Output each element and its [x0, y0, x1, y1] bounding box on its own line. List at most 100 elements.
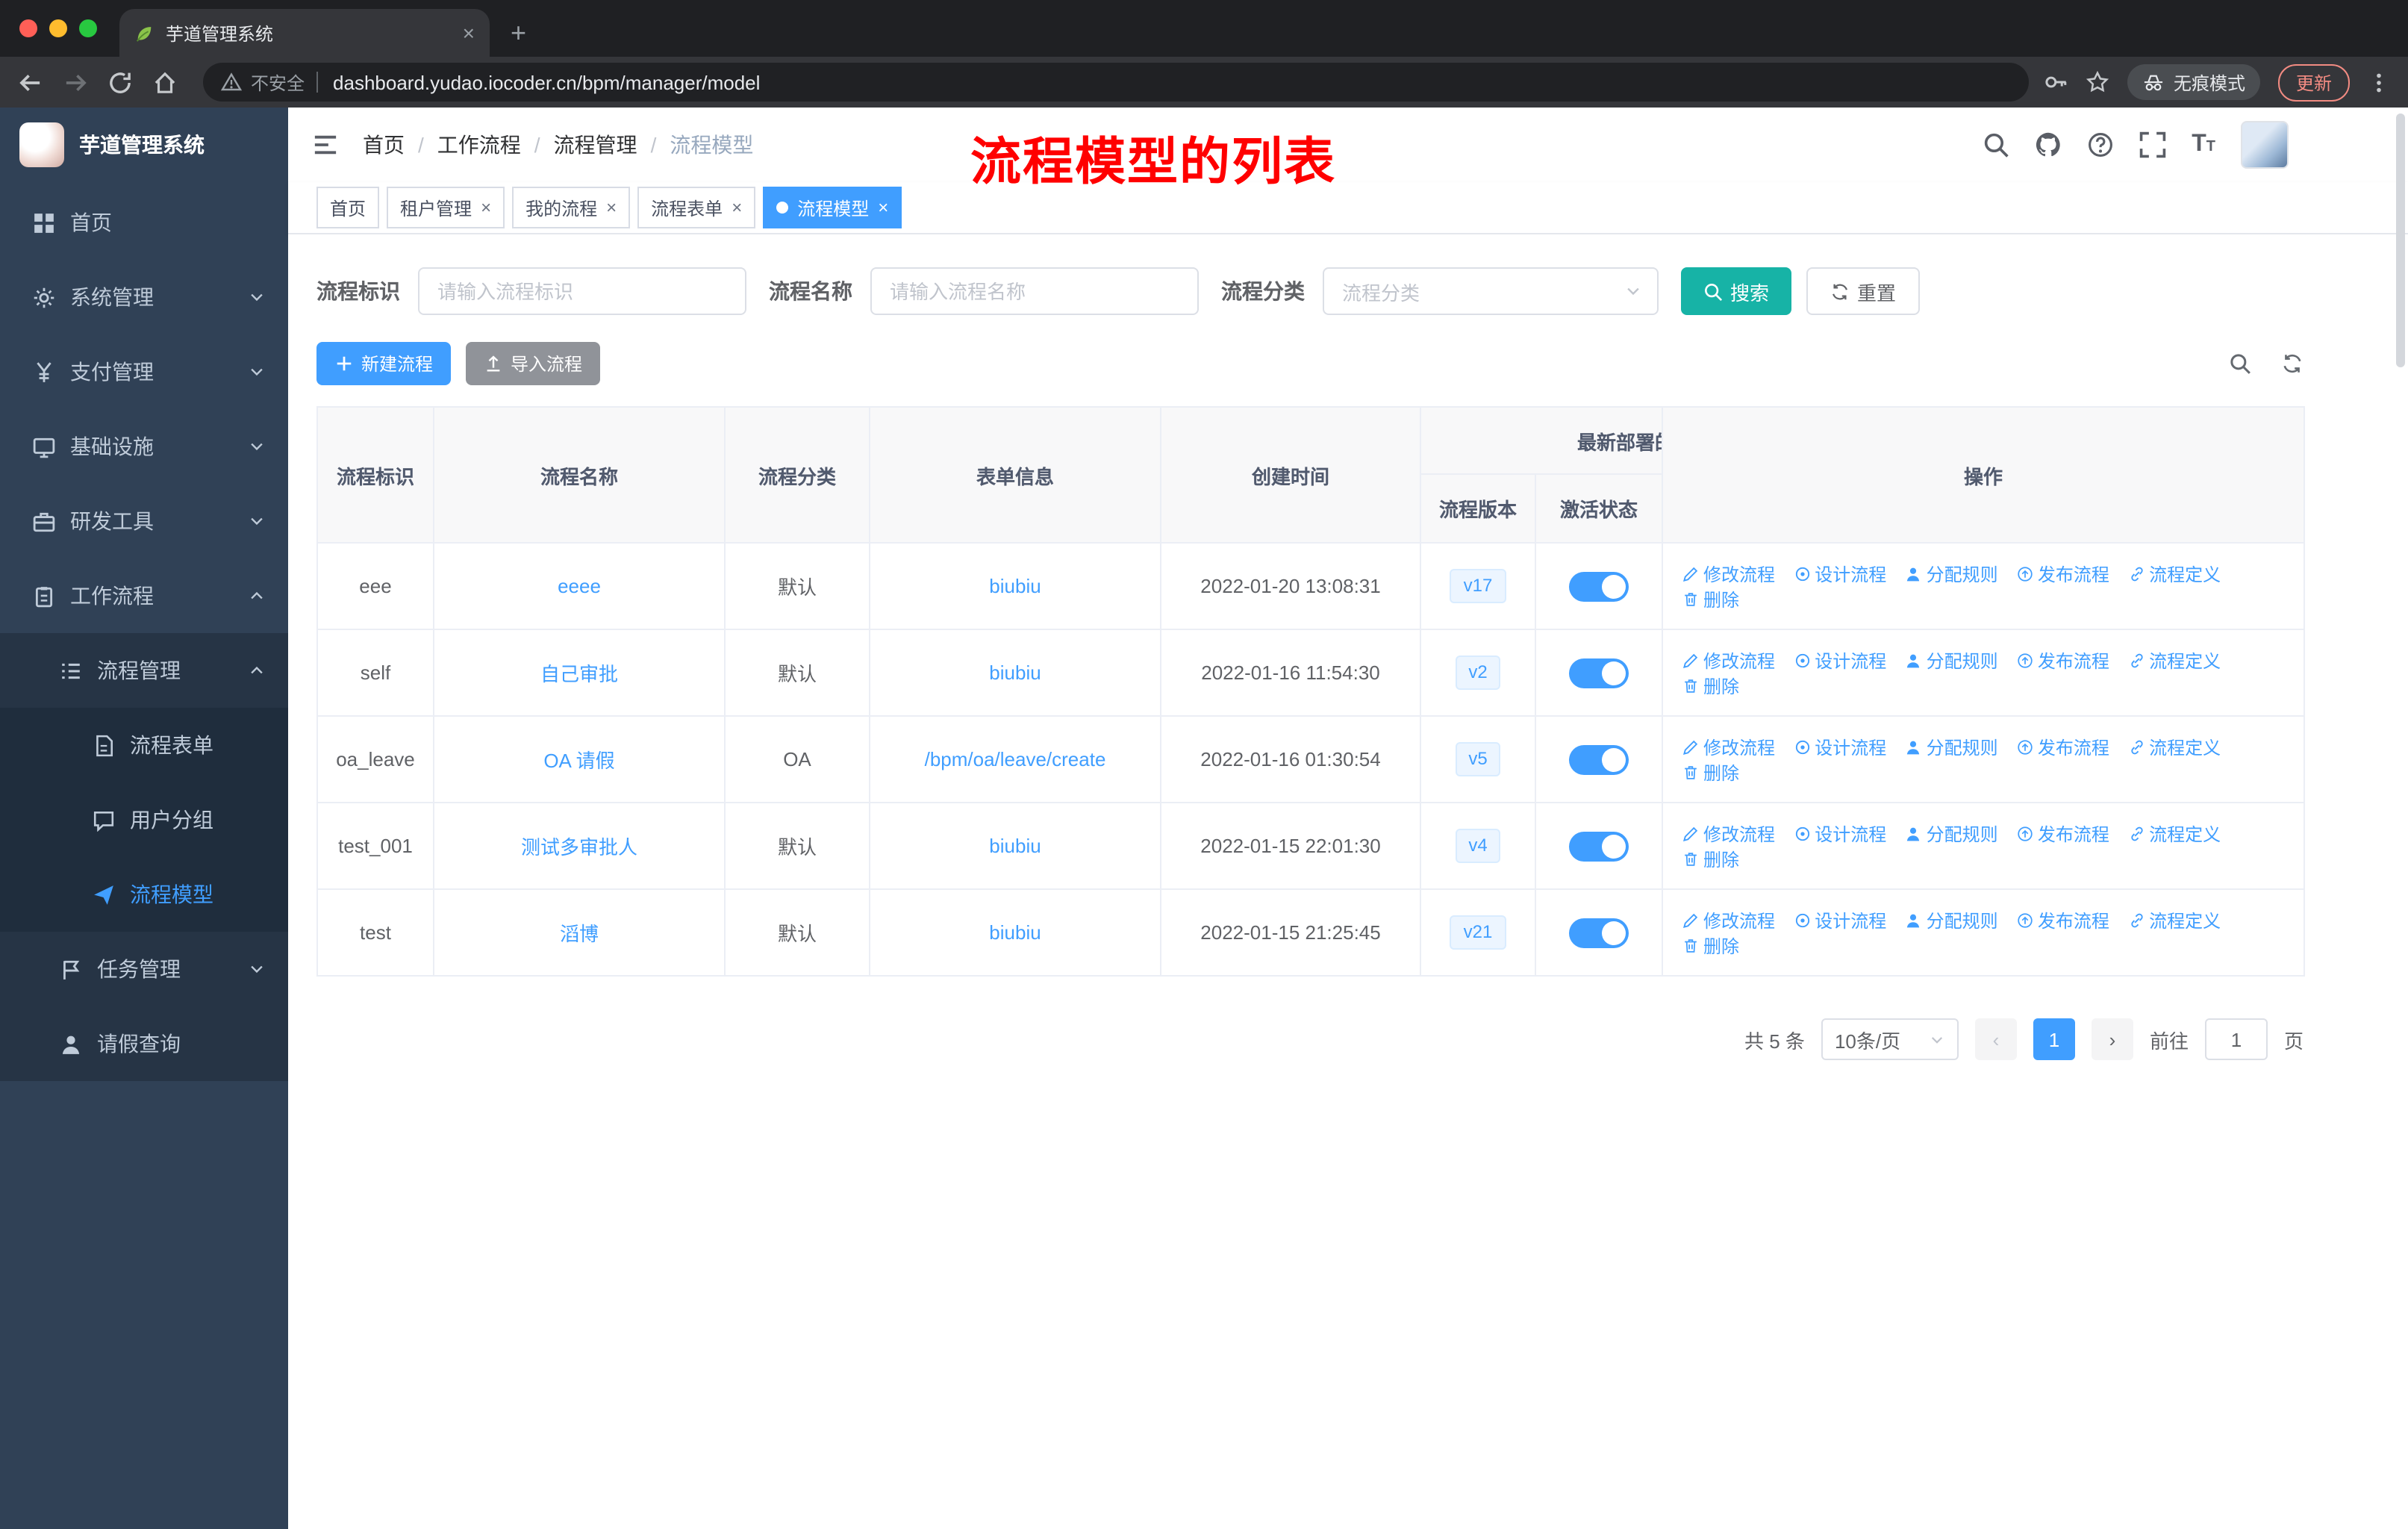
sidebar-item-process-mgmt[interactable]: 流程管理 [0, 633, 288, 708]
page-goto-input[interactable] [2204, 1018, 2268, 1060]
process-definition-link[interactable]: 流程定义 [2128, 647, 2221, 673]
form-link[interactable]: /bpm/oa/leave/create [925, 748, 1106, 770]
tab-close-icon[interactable]: × [463, 22, 475, 43]
form-link[interactable]: biubiu [989, 661, 1041, 684]
publish-process-link[interactable]: 发布流程 [2017, 820, 2109, 846]
delete-link[interactable]: 删除 [1682, 846, 1739, 871]
active-toggle[interactable] [1569, 571, 1629, 601]
password-key-icon[interactable] [2044, 70, 2068, 94]
address-bar[interactable]: 不安全 dashboard.yudao.iocoder.cn/bpm/manag… [203, 63, 2029, 102]
page-scrollbar[interactable] [2396, 113, 2405, 367]
process-name-input[interactable] [870, 267, 1199, 315]
bookmark-star-icon[interactable] [2086, 70, 2109, 94]
design-process-link[interactable]: 设计流程 [1794, 647, 1886, 673]
delete-link[interactable]: 删除 [1682, 673, 1739, 698]
sidebar-item-system[interactable]: 系统管理 [0, 260, 288, 334]
page-number-button[interactable]: 1 [2033, 1018, 2075, 1060]
tag-process-model[interactable]: 流程模型 × [763, 187, 902, 228]
sidebar-fold-icon[interactable] [312, 131, 339, 158]
publish-process-link[interactable]: 发布流程 [2017, 907, 2109, 932]
font-size-icon[interactable]: TT [2192, 132, 2215, 157]
modify-process-link[interactable]: 修改流程 [1682, 734, 1775, 759]
process-definition-link[interactable]: 流程定义 [2128, 907, 2221, 932]
close-icon[interactable]: × [606, 199, 617, 217]
sidebar-item-workflow[interactable]: 工作流程 [0, 558, 288, 633]
process-definition-link[interactable]: 流程定义 [2128, 734, 2221, 759]
design-process-link[interactable]: 设计流程 [1794, 561, 1886, 586]
delete-link[interactable]: 删除 [1682, 586, 1739, 611]
sidebar-item-infra[interactable]: 基础设施 [0, 409, 288, 484]
sidebar-item-process-form[interactable]: 流程表单 [0, 708, 288, 782]
tag-tenant-mgmt[interactable]: 租户管理 × [387, 187, 505, 228]
sidebar-item-user-group[interactable]: 用户分组 [0, 782, 288, 857]
user-avatar[interactable] [2241, 121, 2289, 169]
sidebar-item-devtools[interactable]: 研发工具 [0, 484, 288, 558]
sidebar-item-home[interactable]: 首页 [0, 185, 288, 260]
forward-icon[interactable] [63, 69, 88, 95]
home-icon[interactable] [152, 69, 178, 95]
next-page-button[interactable]: › [2091, 1018, 2133, 1060]
process-name-link[interactable]: eeee [558, 575, 601, 597]
sidebar-item-payment[interactable]: 支付管理 [0, 334, 288, 409]
process-name-link[interactable]: OA 请假 [543, 750, 614, 772]
form-link[interactable]: biubiu [989, 921, 1041, 944]
delete-link[interactable]: 删除 [1682, 759, 1739, 785]
sidebar-item-process-model[interactable]: 流程模型 [0, 857, 288, 932]
search-icon[interactable] [1983, 131, 2009, 158]
category-select[interactable]: 流程分类 [1323, 267, 1659, 315]
assign-rule-link[interactable]: 分配规则 [1906, 561, 1998, 586]
update-button[interactable]: 更新 [2277, 63, 2350, 101]
publish-process-link[interactable]: 发布流程 [2017, 561, 2109, 586]
publish-process-link[interactable]: 发布流程 [2017, 734, 2109, 759]
zoom-window-button[interactable] [79, 19, 97, 37]
breadcrumb-item[interactable]: 工作流程 [437, 130, 521, 160]
close-window-button[interactable] [19, 19, 37, 37]
design-process-link[interactable]: 设计流程 [1794, 734, 1886, 759]
create-process-button[interactable]: 新建流程 [316, 342, 452, 385]
help-icon[interactable] [2087, 131, 2114, 158]
active-toggle[interactable] [1569, 658, 1629, 688]
process-name-link[interactable]: 自己审批 [540, 663, 618, 685]
assign-rule-link[interactable]: 分配规则 [1906, 907, 1998, 932]
modify-process-link[interactable]: 修改流程 [1682, 647, 1775, 673]
github-icon[interactable] [2035, 131, 2062, 158]
reset-button[interactable]: 重置 [1806, 267, 1921, 315]
tag-home[interactable]: 首页 [316, 187, 380, 228]
form-link[interactable]: biubiu [989, 835, 1041, 857]
close-icon[interactable]: × [481, 199, 491, 217]
active-toggle[interactable] [1569, 744, 1629, 774]
import-process-button[interactable]: 导入流程 [466, 342, 601, 385]
search-icon[interactable] [2229, 352, 2251, 375]
refresh-icon[interactable] [2281, 352, 2303, 375]
design-process-link[interactable]: 设计流程 [1794, 820, 1886, 846]
active-toggle[interactable] [1569, 918, 1629, 947]
sidebar-item-leave-query[interactable]: 请假查询 [0, 1006, 288, 1081]
breadcrumb-item[interactable]: 首页 [363, 130, 405, 160]
fullscreen-icon[interactable] [2139, 131, 2166, 158]
minimize-window-button[interactable] [49, 19, 67, 37]
publish-process-link[interactable]: 发布流程 [2017, 647, 2109, 673]
browser-tab[interactable]: 芋道管理系统 × [119, 9, 490, 57]
breadcrumb-item[interactable]: 流程管理 [554, 130, 637, 160]
browser-menu-icon[interactable] [2368, 71, 2390, 93]
design-process-link[interactable]: 设计流程 [1794, 907, 1886, 932]
prev-page-button[interactable]: ‹ [1974, 1018, 2017, 1060]
modify-process-link[interactable]: 修改流程 [1682, 561, 1775, 586]
close-icon[interactable]: × [878, 199, 888, 217]
assign-rule-link[interactable]: 分配规则 [1906, 647, 1998, 673]
modify-process-link[interactable]: 修改流程 [1682, 907, 1775, 932]
modify-process-link[interactable]: 修改流程 [1682, 820, 1775, 846]
reload-icon[interactable] [107, 69, 133, 95]
new-tab-button[interactable]: + [511, 19, 526, 46]
process-definition-link[interactable]: 流程定义 [2128, 820, 2221, 846]
page-size-select[interactable]: 10条/页 [1821, 1018, 1959, 1060]
process-definition-link[interactable]: 流程定义 [2128, 561, 2221, 586]
sidebar-item-task-mgmt[interactable]: 任务管理 [0, 932, 288, 1006]
active-toggle[interactable] [1569, 831, 1629, 861]
form-link[interactable]: biubiu [989, 575, 1041, 597]
process-name-link[interactable]: 测试多审批人 [521, 836, 637, 859]
back-icon[interactable] [18, 69, 43, 95]
process-key-input[interactable] [418, 267, 746, 315]
delete-link[interactable]: 删除 [1682, 932, 1739, 958]
assign-rule-link[interactable]: 分配规则 [1906, 734, 1998, 759]
